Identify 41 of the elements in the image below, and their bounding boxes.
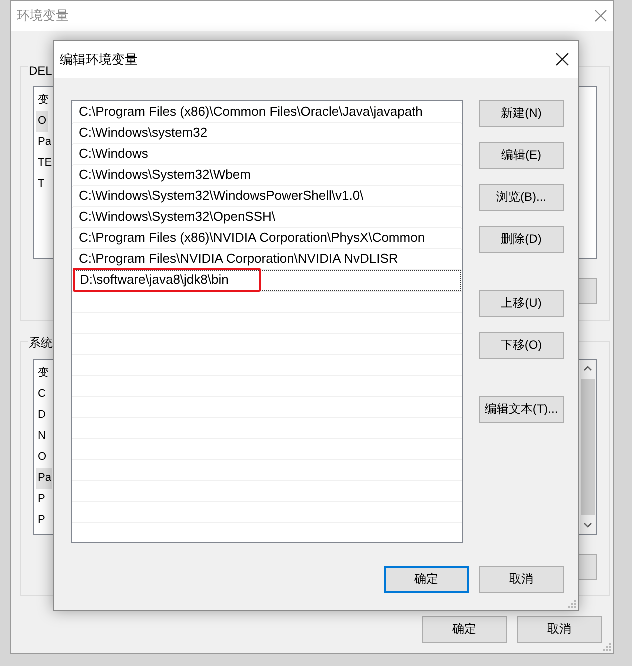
variable-name[interactable]: N xyxy=(36,426,47,447)
side-button[interactable]: 下移(O) xyxy=(479,332,564,359)
path-item[interactable]: C:\Windows\System32\Wbem xyxy=(73,165,461,186)
variable-name[interactable]: O xyxy=(36,447,48,468)
dialog-button[interactable]: 取消 xyxy=(479,566,564,593)
path-item[interactable]: C:\Windows\System32\WindowsPowerShell\v1.0\ xyxy=(73,186,461,207)
variable-name[interactable]: T xyxy=(36,174,46,195)
column-header: 变 xyxy=(37,366,50,381)
scrollbar[interactable] xyxy=(580,360,596,534)
side-button[interactable]: 编辑文本(T)... xyxy=(479,396,564,423)
path-item[interactable]: D:\software\java8\jdk8\bin xyxy=(73,270,461,291)
variable-name[interactable]: TE xyxy=(36,153,54,174)
path-item[interactable]: C:\Windows\System32\OpenSSH\ xyxy=(73,207,461,228)
variable-name[interactable]: O xyxy=(36,111,48,132)
variable-name[interactable]: P xyxy=(36,489,46,510)
resize-grip-icon[interactable] xyxy=(603,643,611,651)
side-button[interactable]: 编辑(E) xyxy=(479,142,564,169)
side-button[interactable]: 浏览(B)... xyxy=(479,184,564,211)
variable-name[interactable]: D xyxy=(36,405,47,426)
path-item[interactable]: C:\Windows\system32 xyxy=(73,123,461,144)
side-button[interactable]: 新建(N) xyxy=(479,100,564,127)
dialog-button[interactable]: 确定 xyxy=(384,566,469,593)
variable-name[interactable]: Pa xyxy=(36,132,52,153)
scrollbar-thumb[interactable] xyxy=(581,379,595,515)
side-button[interactable]: 删除(D) xyxy=(479,226,564,253)
column-header: 变 xyxy=(37,92,50,108)
path-item[interactable]: C:\Program Files (x86)\Common Files\Oracle\Java\javapath xyxy=(73,102,461,123)
resize-grip-icon[interactable] xyxy=(568,600,576,608)
path-item[interactable]: C:\Program Files (x86)\NVIDIA Corporation\PhysX\Common xyxy=(73,228,461,249)
variable-name[interactable]: Pa xyxy=(36,468,52,489)
group-label: DEL xyxy=(28,64,54,78)
variable-name[interactable]: C xyxy=(36,384,47,405)
window-title: 环境变量 xyxy=(17,7,69,25)
side-button[interactable]: 上移(U) xyxy=(479,290,564,317)
path-item[interactable]: C:\Windows xyxy=(73,144,461,165)
close-icon[interactable] xyxy=(556,53,569,66)
dialog-button[interactable]: 确定 xyxy=(422,616,507,643)
dialog-title: 编辑环境变量 xyxy=(60,50,138,68)
path-item[interactable]: C:\Program Files\NVIDIA Corporation\NVIDIA NvDLISR xyxy=(73,249,461,270)
dialog-button[interactable]: 取消 xyxy=(517,616,602,643)
variable-name[interactable]: P xyxy=(36,510,46,531)
